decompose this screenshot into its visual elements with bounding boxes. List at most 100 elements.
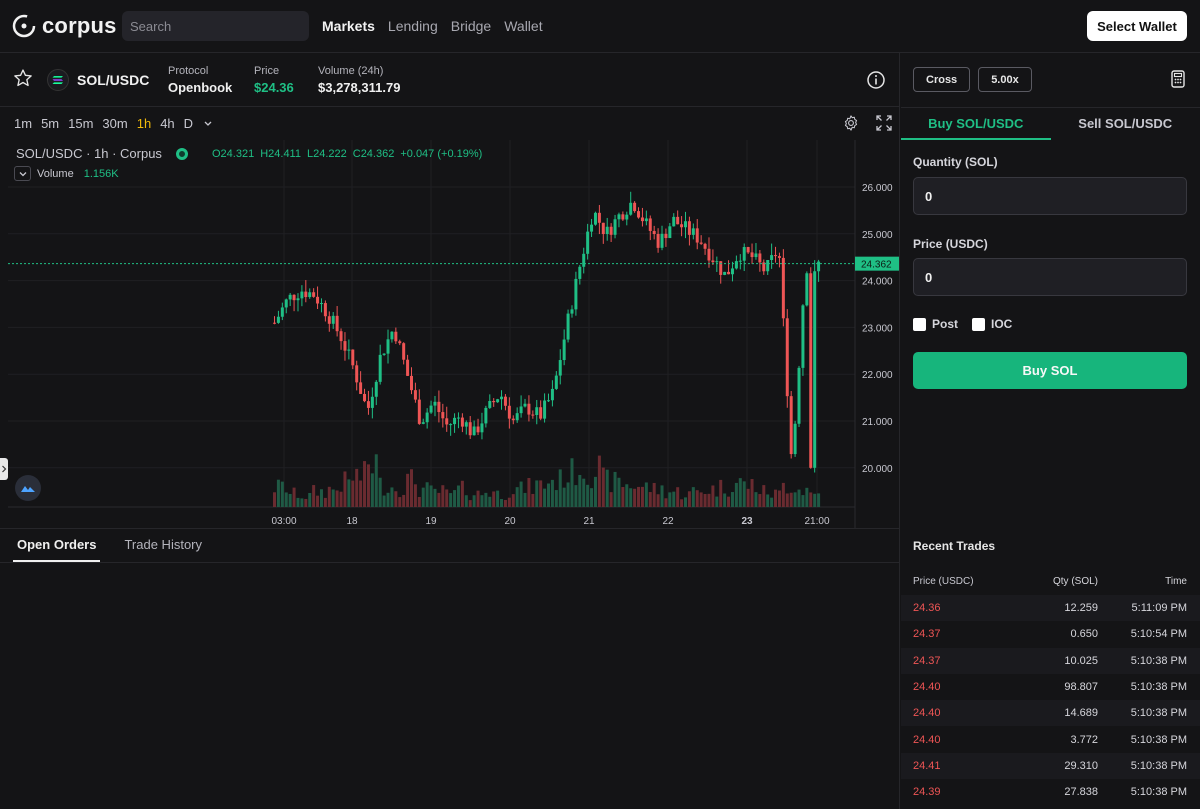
volume-bar (433, 488, 437, 507)
volume-bar (531, 493, 535, 507)
volume-bar (280, 481, 284, 507)
logo[interactable]: corpus (12, 13, 117, 39)
volume-bar (429, 485, 433, 507)
volume-bar (492, 491, 496, 507)
ioc-checkbox[interactable]: IOC (972, 317, 1012, 331)
candle-body (323, 303, 327, 317)
post-checkbox-box[interactable] (913, 317, 926, 331)
candle-body (370, 396, 374, 408)
candle-body (676, 216, 680, 225)
volume-bar (417, 496, 421, 507)
info-icon[interactable] (866, 70, 886, 90)
candle-body (687, 221, 691, 235)
y-tick-label: 23.000 (862, 323, 893, 334)
timeframe-15m[interactable]: 15m (68, 116, 93, 131)
candle-body (730, 268, 734, 275)
volume-bar (413, 484, 417, 507)
calculator-icon[interactable] (1171, 70, 1185, 88)
nav-lending[interactable]: Lending (388, 18, 438, 34)
volume-bar (355, 468, 359, 507)
volume-bar (316, 495, 320, 507)
candle-body (273, 322, 276, 324)
candle-body (640, 217, 644, 222)
drawer-handle[interactable] (0, 458, 8, 480)
y-tick-label: 22.000 (862, 370, 893, 381)
gear-icon[interactable] (842, 114, 860, 132)
collapse-toggle[interactable] (14, 166, 31, 181)
candle-body (554, 375, 558, 389)
tradingview-logo-icon[interactable] (15, 475, 41, 501)
candle-body (648, 218, 652, 231)
candle-body (664, 233, 668, 239)
timeframe-selector: 1m 5m 15m 30m 1h 4h D (14, 116, 214, 131)
chevron-down-icon[interactable] (202, 116, 214, 130)
candle-body (484, 407, 488, 424)
volume-bar (723, 493, 727, 507)
candle-body (793, 423, 797, 455)
nav-bridge[interactable]: Bridge (451, 18, 491, 34)
cross-margin-button[interactable]: Cross (913, 67, 971, 92)
candle-body (445, 418, 449, 425)
quantity-input[interactable] (913, 177, 1187, 215)
trade-qty: 3.772 (1070, 733, 1098, 746)
tab-buy[interactable]: Buy SOL/USDC (901, 108, 1051, 140)
volume-bar (410, 469, 413, 507)
trade-price: 24.37 (913, 628, 941, 641)
volume-bar (672, 491, 676, 507)
candle-body (539, 407, 543, 419)
timeframe-1h[interactable]: 1h (137, 116, 151, 131)
price-chart[interactable]: 26.000 25.000 24.000 23.000 22.000 21.000 20.0… (0, 140, 900, 529)
candle-body (550, 388, 554, 401)
volume-bar (503, 499, 507, 507)
nav-markets[interactable]: Markets (322, 18, 375, 34)
price-input[interactable] (913, 258, 1187, 296)
buy-sol-button[interactable]: Buy SOL (913, 352, 1187, 389)
candle-body (621, 214, 625, 220)
candle-body (312, 292, 316, 297)
timeframe-5m[interactable]: 5m (41, 116, 59, 131)
tab-trade-history[interactable]: Trade History (120, 529, 206, 562)
candlestick-chart[interactable]: 26.000 25.000 24.000 23.000 22.000 21.000 20.0… (0, 140, 899, 528)
candle-body (335, 315, 339, 332)
nav-wallet[interactable]: Wallet (504, 18, 542, 34)
candle-body (460, 417, 464, 427)
candle-body (523, 403, 527, 407)
candle-body (276, 316, 280, 323)
candle-body (304, 291, 308, 298)
volume-bar (382, 495, 386, 507)
candle-body (503, 396, 507, 406)
candle-body (625, 214, 629, 220)
volume-bar (734, 482, 738, 507)
volume-bar (445, 489, 449, 507)
timeframe-d[interactable]: D (184, 116, 193, 131)
fullscreen-icon[interactable] (875, 114, 893, 132)
tab-open-orders[interactable]: Open Orders (13, 529, 101, 562)
candle-body (746, 247, 750, 253)
table-row: 24.40 3.772 5:10:38 PM (901, 727, 1200, 753)
trade-qty: 12.259 (1064, 602, 1098, 614)
candle-body (578, 266, 582, 279)
timeframe-4h[interactable]: 4h (160, 116, 174, 131)
volume-bar (543, 488, 547, 507)
table-row: 24.39 27.838 5:10:38 PM (901, 779, 1200, 805)
candle-body (425, 412, 429, 423)
star-icon[interactable] (13, 68, 33, 88)
search-input[interactable] (122, 11, 309, 41)
candle-body (817, 261, 821, 272)
timeframe-1m[interactable]: 1m (14, 116, 32, 131)
post-checkbox[interactable]: Post (913, 317, 958, 331)
candle-body (609, 226, 613, 235)
candle-body (711, 260, 715, 263)
candle-body (296, 298, 300, 301)
x-tick-label: 19 (425, 516, 437, 527)
trade-price: 24.40 (913, 680, 941, 693)
candle-body (562, 339, 566, 361)
select-wallet-button[interactable]: Select Wallet (1087, 11, 1187, 41)
leverage-button[interactable]: 5.00x (978, 67, 1032, 92)
timeframe-30m[interactable]: 30m (102, 116, 127, 131)
tab-sell[interactable]: Sell SOL/USDC (1051, 108, 1200, 140)
ioc-checkbox-box[interactable] (972, 317, 986, 331)
orders-panel: Open Orders Trade History (0, 529, 900, 809)
trade-time: 5:10:38 PM (1130, 680, 1187, 693)
candle-body (750, 252, 754, 258)
